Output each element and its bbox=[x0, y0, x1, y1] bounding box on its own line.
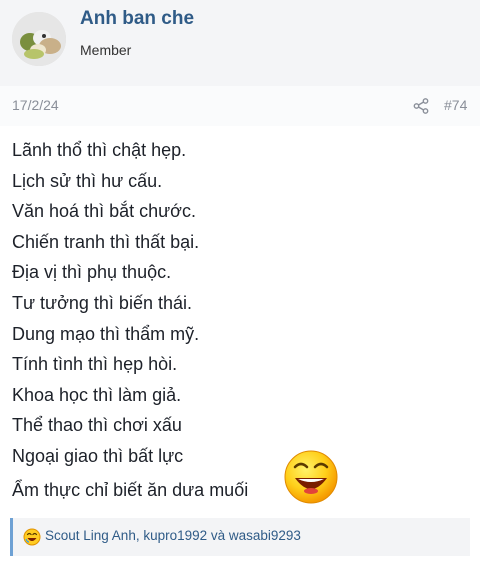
post-meta-bar bbox=[0, 86, 480, 126]
post-body: Lãnh thổ thì chật hẹp. Lịch sử thì hư cấ… bbox=[12, 135, 452, 472]
post-number-link[interactable]: #74 bbox=[444, 97, 467, 113]
haha-reaction-icon bbox=[23, 528, 41, 546]
reactions-bar[interactable]: Scout Ling Anh, kupro1992 và wasabi9293 bbox=[10, 518, 470, 556]
post-line: Tư tưởng thì biến thái. bbox=[12, 292, 192, 313]
post-line: Lãnh thổ thì chật hẹp. bbox=[12, 140, 187, 160]
post-line: Khoa học thì làm giả. bbox=[12, 384, 182, 405]
post-line: Chiến tranh thì thất bại. bbox=[12, 231, 200, 252]
post-line: Ngoại giao thì bất lực bbox=[12, 445, 184, 466]
post-line: Dung mạo thì thẩm mỹ. bbox=[12, 323, 200, 344]
author-name[interactable]: Anh ban che bbox=[80, 8, 194, 30]
laughing-emoji-icon bbox=[284, 450, 338, 504]
post-last-line: Ẩm thực chỉ biết ăn dưa muối bbox=[12, 480, 249, 500]
post-line: Lịch sử thì hư cấu. bbox=[12, 170, 163, 191]
avatar[interactable] bbox=[12, 12, 66, 66]
reaction-users[interactable]: Scout Ling Anh, kupro1992 và wasabi9293 bbox=[45, 528, 301, 543]
share-icon[interactable] bbox=[413, 98, 429, 114]
post-line: Địa vị thì phụ thuộc. bbox=[12, 262, 172, 283]
post-date[interactable]: 17/2/24 bbox=[12, 97, 59, 113]
author-title: Member bbox=[80, 42, 132, 58]
post-line: Tính tình thì hẹp hòi. bbox=[12, 354, 178, 375]
post-line: Thể thao thì chơi xấu bbox=[12, 415, 182, 436]
post-line: Văn hoá thì bắt chước. bbox=[12, 201, 196, 222]
post-header bbox=[0, 0, 480, 87]
